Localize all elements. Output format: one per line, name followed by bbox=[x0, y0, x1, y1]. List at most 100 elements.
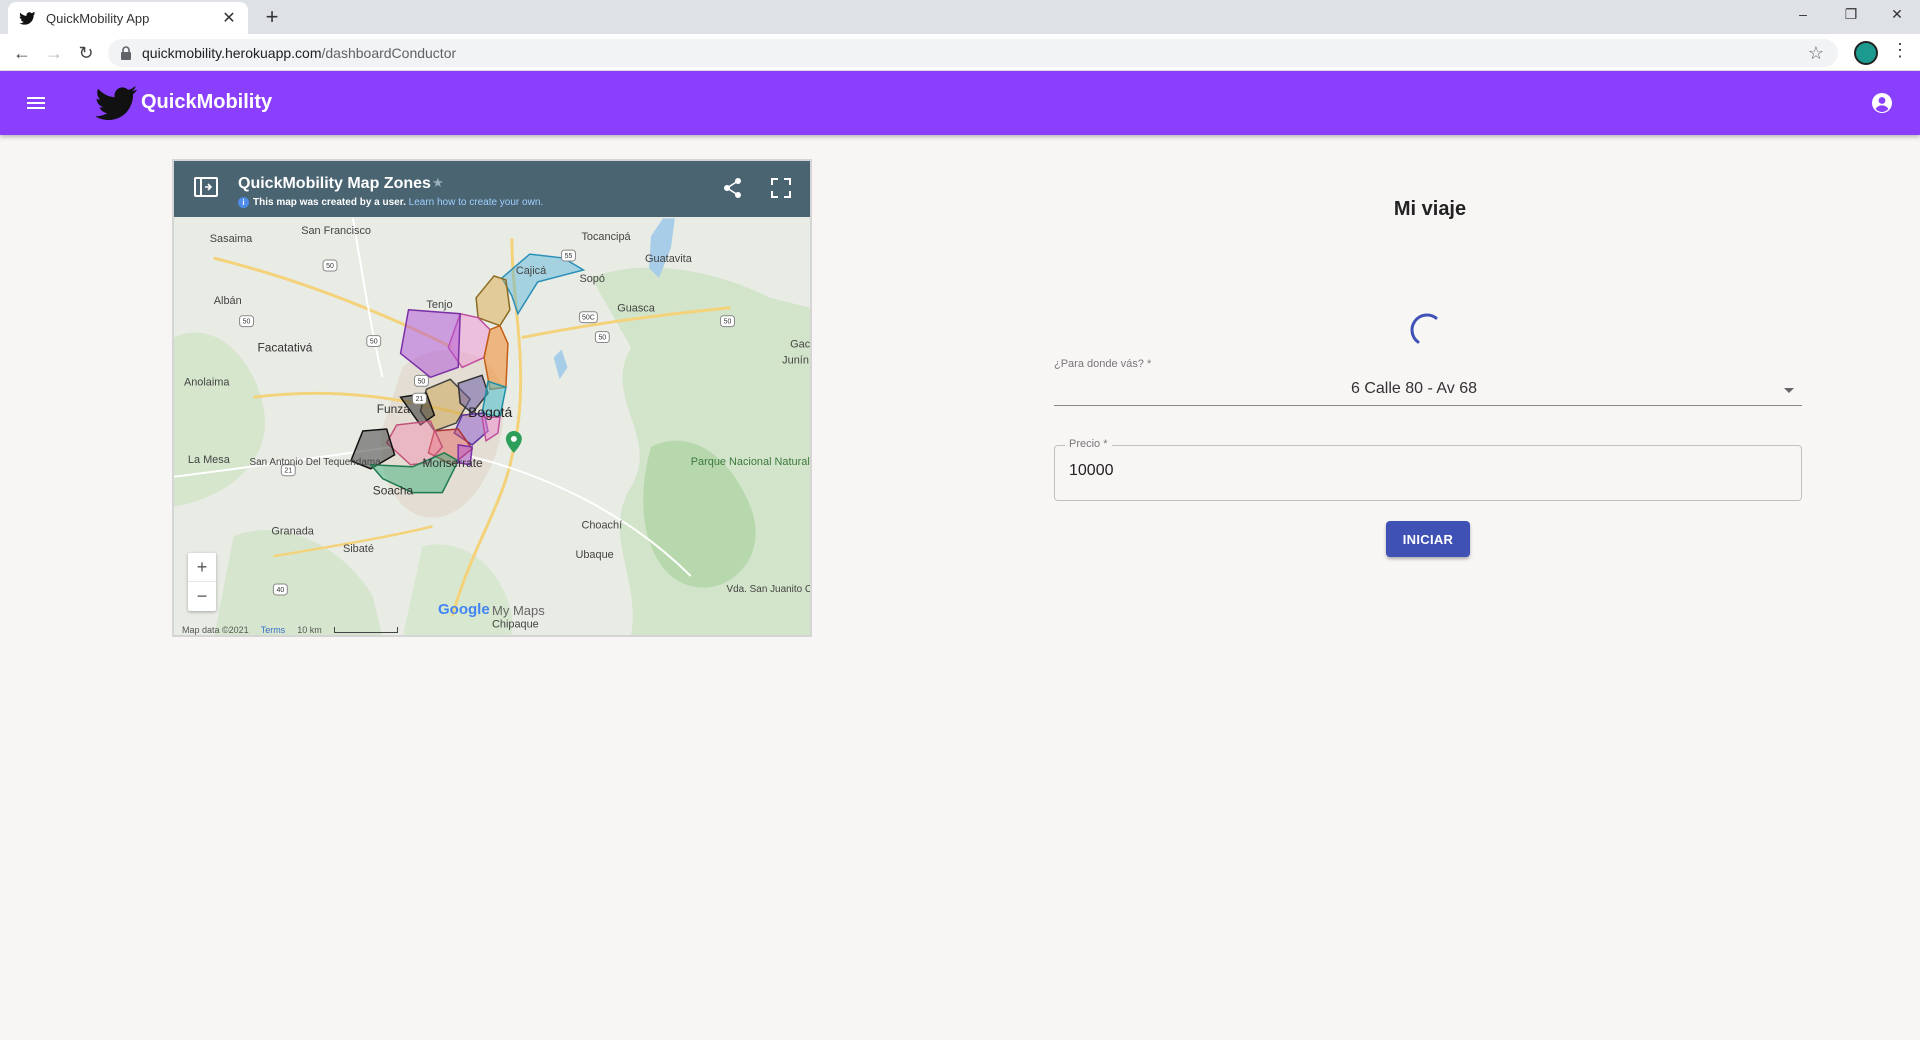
zoom-control: + − bbox=[188, 553, 216, 611]
place-label: La Mesa bbox=[188, 454, 231, 466]
forward-arrow-icon[interactable]: → bbox=[40, 39, 68, 67]
place-label: Anolaima bbox=[184, 376, 230, 388]
fullscreen-icon[interactable] bbox=[770, 177, 792, 199]
tab-title: QuickMobility App bbox=[46, 10, 150, 26]
google-logo: Google bbox=[438, 601, 490, 618]
info-icon: i bbox=[238, 197, 249, 208]
app-bar: QuickMobility bbox=[0, 71, 1920, 135]
browser-tab[interactable]: QuickMobility App ✕ bbox=[8, 2, 248, 34]
place-label: Vda. San Juanito Centro bbox=[727, 584, 810, 595]
place-label: San Antonio Del Tequendama bbox=[250, 457, 382, 468]
map-zones-embed[interactable]: QuickMobility Map Zones ★ i This map was … bbox=[172, 159, 812, 637]
zoom-out-button[interactable]: − bbox=[188, 582, 216, 611]
map-star-icon[interactable]: ★ bbox=[432, 175, 444, 191]
place-label: Bogotá bbox=[468, 404, 512, 420]
place-label: Albán bbox=[214, 295, 242, 307]
map-title: QuickMobility Map Zones bbox=[238, 175, 431, 192]
place-label: Choachí bbox=[581, 519, 622, 531]
terms-link[interactable]: Terms bbox=[261, 625, 286, 635]
map-header: QuickMobility Map Zones ★ i This map was … bbox=[174, 161, 810, 217]
route-shield-icon: 40 bbox=[272, 583, 288, 596]
scale-label: 10 km bbox=[297, 625, 322, 635]
svg-text:21: 21 bbox=[284, 468, 292, 475]
zoom-in-button[interactable]: + bbox=[188, 553, 216, 582]
route-shield-icon: 50 bbox=[594, 331, 610, 344]
route-shield-icon: 50 bbox=[720, 315, 735, 328]
map-notice: i This map was created by a user. Learn h… bbox=[238, 197, 543, 208]
bird-logo-icon bbox=[95, 86, 137, 120]
svg-text:50C: 50C bbox=[582, 315, 595, 322]
bird-favicon-icon bbox=[19, 12, 36, 25]
share-icon[interactable] bbox=[722, 177, 744, 199]
account-icon[interactable] bbox=[1870, 91, 1894, 115]
address-bar[interactable]: quickmobility.herokuapp.com/dashboardCon… bbox=[108, 39, 1838, 67]
route-shield-icon: 55 bbox=[561, 249, 576, 262]
learn-link[interactable]: Learn how to create your own. bbox=[409, 197, 544, 208]
start-trip-button[interactable]: INICIAR bbox=[1386, 521, 1470, 557]
place-label: Parque Nacional Natural Chingaza bbox=[691, 456, 810, 468]
svg-text:50: 50 bbox=[326, 263, 334, 270]
price-input[interactable] bbox=[1069, 462, 1769, 480]
place-label: Sibaté bbox=[343, 543, 374, 555]
svg-text:50: 50 bbox=[724, 319, 732, 326]
menu-icon[interactable] bbox=[24, 91, 48, 115]
dropdown-arrow-icon[interactable] bbox=[1784, 388, 1794, 393]
place-label: Funza bbox=[377, 402, 410, 416]
route-shield-icon: 50C bbox=[578, 311, 598, 324]
loading-spinner-icon bbox=[1410, 313, 1438, 344]
place-label: Cajicá bbox=[516, 265, 547, 277]
svg-text:50: 50 bbox=[370, 339, 378, 346]
restore-button[interactable]: ❐ bbox=[1828, 0, 1874, 30]
place-label: Sasaima bbox=[210, 233, 253, 245]
svg-text:50: 50 bbox=[243, 319, 251, 326]
svg-text:55: 55 bbox=[565, 253, 573, 260]
browser-menu-icon[interactable]: ⋮ bbox=[1890, 40, 1910, 61]
browser-toolbar: ← → ↻ quickmobility.herokuapp.com/dashbo… bbox=[0, 34, 1920, 71]
place-label: Junín bbox=[782, 354, 809, 366]
svg-text:50: 50 bbox=[598, 335, 606, 342]
destination-select[interactable]: 6 Calle 80 - Av 68 bbox=[1054, 376, 1802, 406]
extension-icon[interactable] bbox=[1854, 41, 1878, 65]
route-shield-icon: 21 bbox=[412, 392, 427, 405]
place-label: Monserrate bbox=[422, 456, 483, 470]
url-text: quickmobility.herokuapp.com/dashboardCon… bbox=[142, 45, 456, 61]
place-label: San Francisco bbox=[301, 225, 371, 237]
bookmark-star-icon[interactable]: ☆ bbox=[1808, 43, 1824, 64]
place-label: Gac bbox=[790, 339, 810, 351]
place-label: Tenjo bbox=[426, 299, 452, 311]
place-label: Ubaque bbox=[575, 549, 613, 561]
route-shield-icon: 50 bbox=[366, 335, 382, 348]
svg-text:50: 50 bbox=[418, 378, 426, 385]
place-label: Guatavita bbox=[645, 253, 693, 265]
map-footer: Map data ©2021 Terms 10 km bbox=[174, 623, 810, 635]
new-tab-button[interactable]: + bbox=[258, 4, 286, 32]
trip-title: Mi viaje bbox=[1393, 198, 1467, 220]
place-label: Facatativá bbox=[257, 340, 312, 354]
destination-value: 6 Calle 80 - Av 68 bbox=[1350, 380, 1477, 397]
destination-label: ¿Para donde vás? * bbox=[1054, 358, 1152, 370]
window-close-button[interactable]: ✕ bbox=[1874, 0, 1920, 30]
minimize-button[interactable]: – bbox=[1780, 0, 1826, 30]
brand-name[interactable]: QuickMobility bbox=[141, 91, 272, 114]
place-label: Sopó bbox=[579, 273, 605, 285]
route-shield-icon: 50 bbox=[322, 259, 338, 272]
url-host: quickmobility.herokuapp.com bbox=[142, 45, 322, 61]
price-field: Precio * bbox=[1054, 438, 1802, 501]
place-label: Granada bbox=[271, 525, 314, 537]
map-data-credit: Map data ©2021 bbox=[182, 625, 249, 635]
place-label: Guasca bbox=[617, 303, 656, 315]
svg-text:21: 21 bbox=[416, 396, 424, 403]
map-canvas[interactable]: 50 50 50 50 21 21 55 50C 50 50 40 Sasaim… bbox=[174, 217, 810, 637]
scale-bar bbox=[333, 627, 398, 633]
lock-icon bbox=[121, 46, 131, 60]
place-label: Tocancipá bbox=[581, 231, 631, 243]
mymaps-label: My Maps bbox=[492, 603, 545, 618]
browser-tabbar: QuickMobility App ✕ + – ❐ ✕ bbox=[0, 0, 1920, 34]
side-panel-icon[interactable] bbox=[194, 177, 218, 197]
route-shield-icon: 50 bbox=[239, 315, 254, 328]
url-path: /dashboardConductor bbox=[321, 45, 457, 61]
reload-icon[interactable]: ↻ bbox=[72, 39, 100, 67]
back-arrow-icon[interactable]: ← bbox=[8, 39, 36, 67]
price-label: Precio * bbox=[1065, 438, 1112, 450]
tab-close-icon[interactable]: ✕ bbox=[220, 8, 238, 28]
